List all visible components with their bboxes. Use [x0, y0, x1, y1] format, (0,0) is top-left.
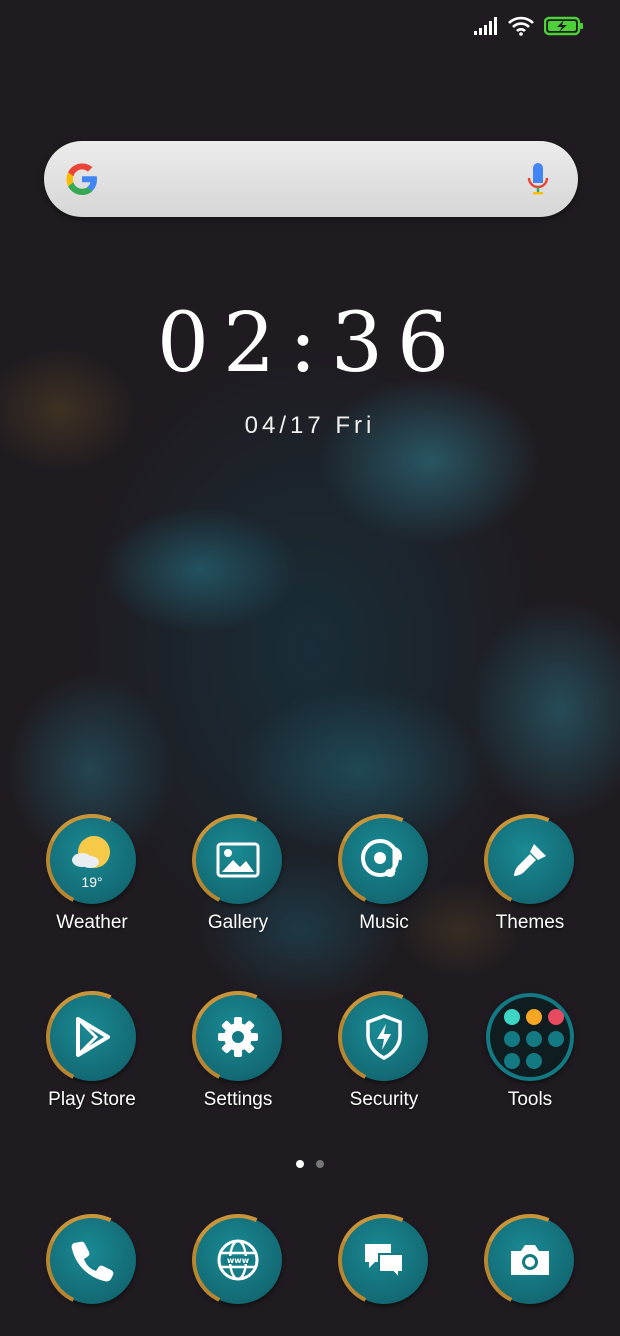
- app-settings[interactable]: Settings: [168, 993, 308, 1111]
- google-search-bar[interactable]: [44, 141, 578, 217]
- app-weather[interactable]: 19° Weather: [22, 816, 162, 934]
- app-label: Security: [349, 1089, 419, 1110]
- app-security[interactable]: Security: [314, 993, 454, 1111]
- weather-icon: 19°: [48, 816, 136, 904]
- camera-icon: [486, 1216, 574, 1304]
- dock-phone[interactable]: [22, 1216, 162, 1304]
- brush-icon: [486, 816, 574, 904]
- app-gallery[interactable]: Gallery: [168, 816, 308, 934]
- app-label: Play Store: [48, 1089, 136, 1110]
- app-play-store[interactable]: Play Store: [22, 993, 162, 1111]
- app-label: Music: [359, 912, 409, 933]
- messages-icon: [340, 1216, 428, 1304]
- clock-date: 04/17 Fri: [244, 412, 376, 439]
- app-label: Tools: [507, 1089, 553, 1110]
- dock-camera[interactable]: [460, 1216, 600, 1304]
- phone-icon: [48, 1216, 136, 1304]
- signal-icon: [474, 17, 497, 35]
- play-store-icon: [48, 993, 136, 1081]
- dock-messages[interactable]: [314, 1216, 454, 1304]
- wifi-icon: [508, 16, 534, 36]
- gear-icon: [194, 993, 282, 1081]
- browser-icon: www: [194, 1216, 282, 1304]
- status-bar: [474, 16, 584, 36]
- battery-charging-icon: [544, 16, 583, 36]
- mic-icon[interactable]: [526, 161, 550, 197]
- app-label: Settings: [203, 1089, 273, 1110]
- app-label: Weather: [56, 912, 128, 933]
- google-logo: [66, 163, 97, 195]
- shield-icon: [340, 993, 428, 1081]
- app-music[interactable]: Music: [314, 816, 454, 934]
- app-label: Themes: [495, 912, 565, 933]
- music-icon: [340, 816, 428, 904]
- app-themes[interactable]: Themes: [460, 816, 600, 934]
- page-indicator: [0, 1160, 620, 1168]
- gallery-icon: [194, 816, 282, 904]
- dock-browser[interactable]: www: [168, 1216, 308, 1304]
- app-label: Gallery: [207, 912, 269, 933]
- clock-time: 02:36: [156, 296, 464, 391]
- app-tools-folder[interactable]: Tools: [460, 993, 600, 1111]
- svg-text:www: www: [227, 1256, 250, 1265]
- page-dot[interactable]: [316, 1160, 324, 1168]
- page-dot-active[interactable]: [296, 1160, 304, 1168]
- weather-temp: 19°: [81, 874, 103, 890]
- folder-icon: [486, 993, 574, 1081]
